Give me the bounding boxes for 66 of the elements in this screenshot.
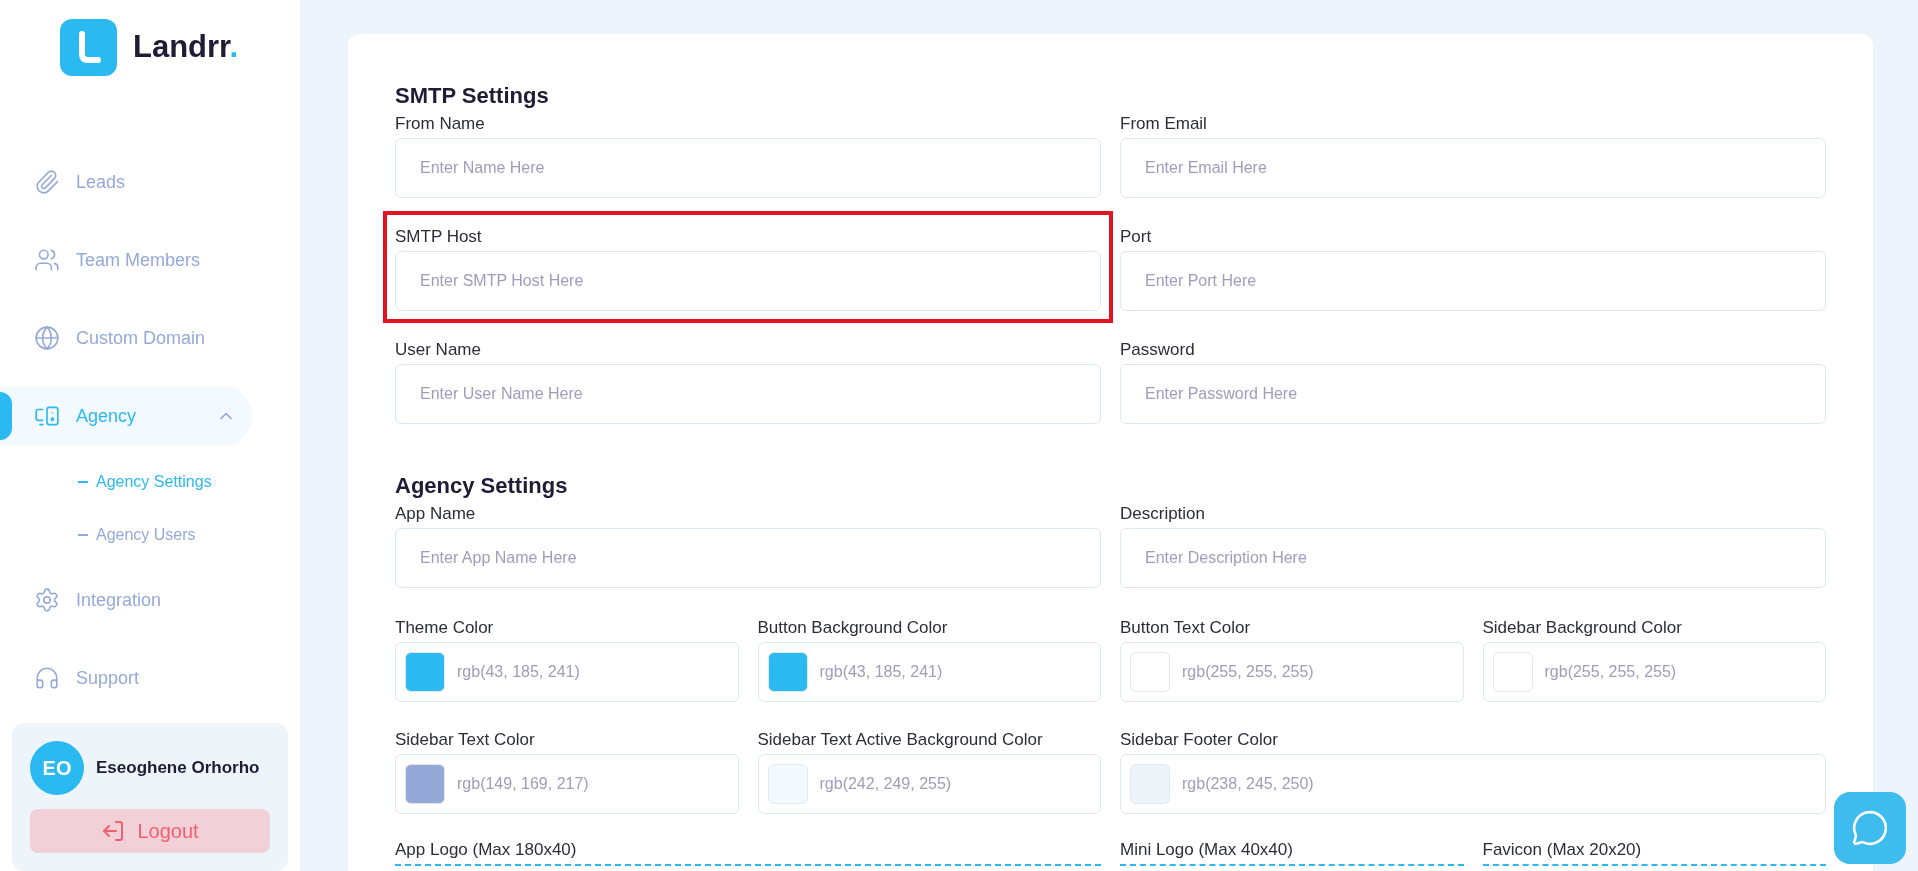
field-label: From Name	[395, 113, 486, 135]
dash-marker	[78, 480, 88, 483]
dash-marker	[78, 533, 88, 536]
input-field[interactable]: Enter SMTP Host Here	[395, 251, 1101, 311]
logout-icon	[101, 819, 126, 843]
section-title: Agency Settings	[395, 472, 569, 500]
input-field[interactable]: Enter Description Here	[1120, 528, 1826, 588]
sub-nav-item[interactable]: Agency Settings	[96, 469, 212, 494]
field-label: From Email	[1120, 113, 1208, 135]
field-label: Sidebar Text Active Background Color	[757, 729, 1044, 751]
color-field[interactable]: rgb(238, 245, 250)	[1120, 754, 1826, 814]
field-label: Favicon (Max 20x20)	[1482, 839, 1643, 861]
brand-name: Landrr.	[133, 27, 239, 66]
input-field[interactable]: Enter Password Here	[1120, 364, 1826, 424]
color-field[interactable]: rgb(255, 255, 255)	[1120, 642, 1464, 702]
color-swatch[interactable]	[767, 764, 808, 804]
field-label: Sidebar Footer Color	[1120, 729, 1279, 751]
user-name: Eseoghene Orhorho	[96, 757, 260, 780]
field-label: Mini Logo (Max 40x40)	[1120, 839, 1294, 861]
chat-icon	[1851, 809, 1889, 847]
color-swatch[interactable]	[1130, 652, 1170, 692]
field-label: Sidebar Text Color	[395, 729, 536, 751]
input-field[interactable]: Enter Port Here	[1120, 251, 1826, 311]
nav-item[interactable]: Custom Domain	[0, 308, 252, 368]
avatar: EO	[30, 741, 84, 795]
field-label: Sidebar Background Color	[1482, 617, 1683, 639]
field-label: App Logo (Max 180x40)	[395, 839, 578, 861]
globe-icon	[34, 325, 60, 351]
input-field[interactable]: Enter App Name Here	[395, 528, 1101, 588]
color-swatch[interactable]	[1492, 652, 1533, 692]
field-label: User Name	[395, 339, 482, 361]
headset-icon	[34, 665, 60, 691]
input-field[interactable]: Enter User Name Here	[395, 364, 1101, 424]
input-field[interactable]: Enter Name Here	[395, 138, 1101, 198]
input-field[interactable]: Enter Email Here	[1120, 138, 1826, 198]
nav-item[interactable]: Integration	[0, 570, 252, 630]
field-label: Port	[1120, 226, 1153, 248]
nav-item[interactable]: Agency	[0, 386, 252, 446]
field-label: SMTP Host	[395, 226, 483, 248]
logout-button[interactable]: Logout	[30, 809, 270, 853]
field-label: Button Text Color	[1120, 617, 1252, 639]
nav-item[interactable]: Team Members	[0, 230, 252, 290]
color-swatch[interactable]	[405, 764, 445, 804]
active-indicator	[0, 392, 12, 440]
color-field[interactable]: rgb(43, 185, 241)	[757, 642, 1101, 702]
sub-nav-item[interactable]: Agency Users	[96, 522, 196, 547]
gear-icon	[34, 587, 60, 613]
color-swatch[interactable]	[1130, 764, 1170, 804]
color-field[interactable]: rgb(242, 249, 255)	[757, 754, 1101, 814]
field-label: Button Background Color	[757, 617, 949, 639]
logo-icon	[60, 18, 117, 76]
nav-item[interactable]: Support	[0, 648, 252, 708]
color-field[interactable]: rgb(149, 169, 217)	[395, 754, 739, 814]
color-swatch[interactable]	[405, 652, 445, 692]
section-title: SMTP Settings	[395, 82, 550, 110]
color-field[interactable]: rgb(255, 255, 255)	[1482, 642, 1826, 702]
field-label: Theme Color	[395, 617, 495, 639]
users-icon	[34, 247, 60, 273]
paperclip-icon	[34, 169, 60, 195]
color-field[interactable]: rgb(43, 185, 241)	[395, 642, 739, 702]
field-label: Description	[1120, 503, 1207, 525]
color-swatch[interactable]	[767, 652, 808, 692]
field-label: App Name	[395, 503, 477, 525]
field-label: Password	[1120, 339, 1196, 361]
nav-item[interactable]: Leads	[0, 152, 252, 212]
chat-button[interactable]	[1834, 792, 1906, 864]
